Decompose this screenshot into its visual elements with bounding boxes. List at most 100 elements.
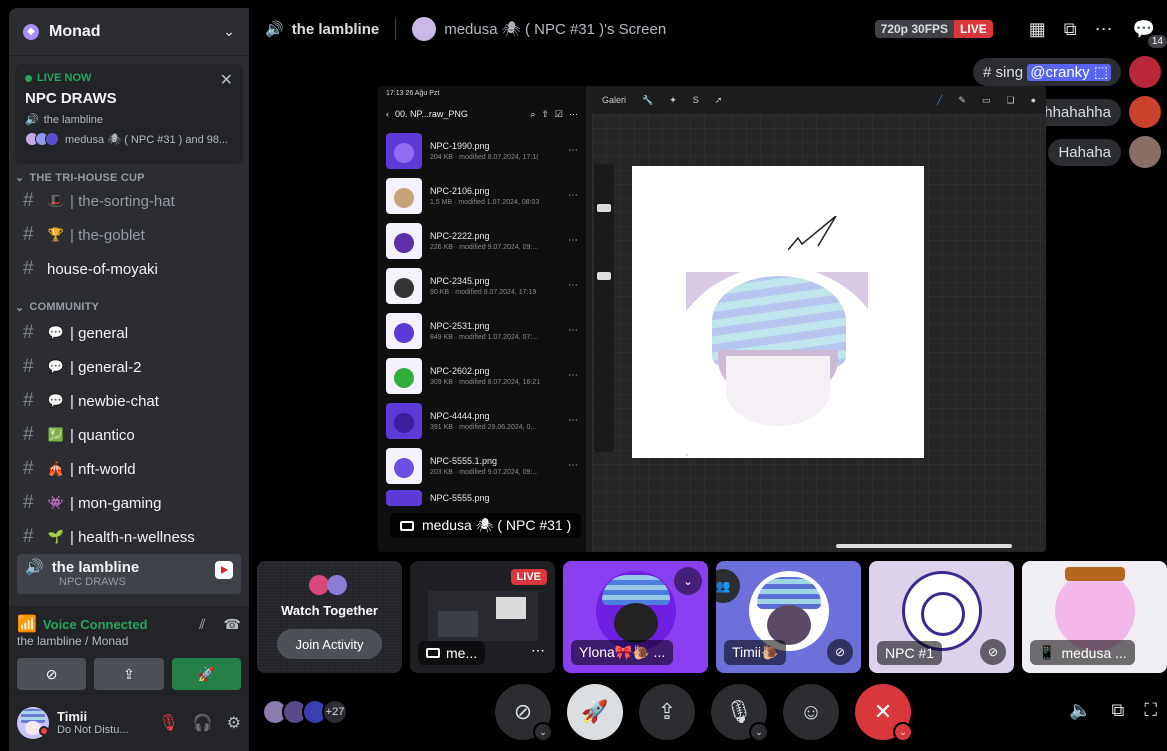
smile-icon: ☺ <box>799 699 823 724</box>
members-button[interactable]: 💬 14 <box>1133 19 1167 48</box>
file-thumbnail <box>386 490 422 506</box>
live-badge: LIVE <box>510 569 547 585</box>
avatar[interactable] <box>1129 56 1161 88</box>
avatar <box>1055 567 1135 651</box>
channel-nft-world[interactable]: # 🎪 | nft-world <box>9 452 249 486</box>
file-info: NPC-5555.png <box>430 493 490 503</box>
phone-icon: 📱 <box>1038 644 1056 660</box>
popout-icon[interactable]: ⧉ <box>1112 700 1125 721</box>
screen-share-stream[interactable]: 17:13 26 Ağu Pzt ‹ 00. NP...raw_PNG ⌕ ⇧ … <box>378 86 1046 552</box>
channel-general-2[interactable]: # 💬 | general-2 <box>9 350 249 384</box>
more-icon: ⋯ <box>568 145 578 156</box>
share-screen-button[interactable]: ⇪ <box>94 658 164 690</box>
live-dot-icon <box>25 74 32 82</box>
mic-muted-icon[interactable]: 🎙 <box>158 713 178 733</box>
channel-newbie-chat[interactable]: # 💬 | newbie-chat <box>9 384 249 418</box>
participant-tile-npc1[interactable]: NPC #1 ⊘ <box>869 561 1014 673</box>
volume-icon[interactable]: 🔈 <box>1069 700 1091 721</box>
participant-name-tag: Timii🐌 <box>724 640 787 665</box>
participant-tile-timii[interactable]: 👥 Timii🐌 ⊘ <box>716 561 861 673</box>
gear-icon[interactable]: ⚙ <box>227 713 241 733</box>
stream-tile-label: me... <box>418 641 486 665</box>
chevron-down-icon[interactable]: ⌄ <box>893 722 913 742</box>
channel-the-sorting-hat[interactable]: # 🎩 | the-sorting-hat <box>9 184 249 218</box>
voice-channel-the-lambline[interactable]: 🔊 the lambline NPC DRAWS <box>17 554 241 594</box>
discord-window: ◆ Monad ⌄ LIVE NOW ✕ NPC DRAWS 🔊 the lamb… <box>0 0 1167 751</box>
noise-suppression-icon[interactable]: ⫽ <box>199 616 205 633</box>
chat-bubble[interactable]: # sing @cranky ⬚ <box>973 58 1121 86</box>
chevron-down-icon: ⌄ <box>15 172 25 184</box>
share-screen-button[interactable]: ⇪ <box>639 684 695 740</box>
viewer-avatars[interactable]: +27 <box>262 699 348 725</box>
fullscreen-icon[interactable]: ⛶ <box>1144 700 1157 721</box>
chevron-down-icon: ⌄ <box>15 301 25 314</box>
user-status: Do Not Distu... <box>57 724 129 736</box>
voice-connected-label[interactable]: Voice Connected <box>43 617 199 632</box>
watch-together-tile[interactable]: Watch Together Join Activity <box>257 561 402 673</box>
channel-house-of-moyaki[interactable]: # house-of-moyaki <box>9 252 249 286</box>
stream-owner-name: medusa 🕷 ( NPC #31 ) <box>422 517 572 533</box>
add-people-icon[interactable]: 👥 <box>716 569 740 603</box>
category-community[interactable]: ⌄ COMMUNITY <box>9 298 249 316</box>
stream-tile[interactable]: LIVE me... ⋯ <box>410 561 555 673</box>
channel-the-goblet[interactable]: # 🏆 | the-goblet <box>9 218 249 252</box>
live-now-card[interactable]: LIVE NOW ✕ NPC DRAWS 🔊 the lambline medus… <box>15 64 243 164</box>
file-info: NPC-2106.png 1,5 MB · modified 1.07.2024,… <box>430 186 539 206</box>
close-icon[interactable]: ✕ <box>220 70 233 90</box>
chevron-down-icon[interactable]: ⌄ <box>674 567 702 595</box>
category-tri-house-cup[interactable]: ⌄ THE TRI-HOUSE CUP <box>9 172 249 184</box>
channel-emoji: 👾 <box>47 495 65 510</box>
hash-icon: # <box>23 258 34 279</box>
channel-general[interactable]: # 💬 | general <box>9 316 249 350</box>
camera-toggle-button[interactable]: ⊘ ⌄ <box>495 684 553 742</box>
file-meta: 849 KB · modified 1.07.2024, 07:... <box>430 333 539 341</box>
more-icon[interactable]: ⋯ <box>531 642 545 659</box>
mic-toggle-button[interactable]: 🎙 ⌄ <box>711 684 769 742</box>
channel-emoji: 💬 <box>47 393 65 408</box>
avatar[interactable] <box>1129 136 1161 168</box>
artwork-face <box>726 356 830 426</box>
leave-call-button[interactable]: ✕ ⌄ <box>855 684 913 742</box>
camera-off-button[interactable]: ⊘ <box>17 658 87 690</box>
headphones-icon[interactable]: 🎧 <box>193 713 213 733</box>
channel-quantico[interactable]: # 💹 | quantico <box>9 418 249 452</box>
youtube-activity-icon[interactable] <box>215 561 233 579</box>
channel-health-n-wellness[interactable]: # 🌱 | health-n-wellness <box>9 520 249 554</box>
disconnect-icon[interactable]: ☎ <box>224 616 241 633</box>
avatar[interactable] <box>1129 96 1161 128</box>
grid-layout-icon[interactable]: ▦ <box>1029 19 1046 40</box>
channel-label: | quantico <box>70 426 135 444</box>
hash-icon: # <box>23 492 34 513</box>
channel-emoji: 💬 <box>47 325 65 340</box>
channel-label: house-of-moyaki <box>47 260 158 278</box>
popout-icon[interactable]: ⧉ <box>1064 19 1077 40</box>
participant-tile-medusa[interactable]: 📱 medusa ... <box>1022 561 1167 673</box>
server-header[interactable]: ◆ Monad ⌄ <box>9 8 249 56</box>
file-row: NPC-4444.png 391 KB · modified 29.06.2024… <box>378 398 586 443</box>
drawing-toolbar: Galeri 🔧 ✦ S ➚ ╱ ✎ ▭ ❏ ● <box>592 86 1046 114</box>
chevron-down-icon[interactable]: ⌄ <box>533 722 553 742</box>
more-icon: ⋯ <box>568 460 578 471</box>
user-names[interactable]: Timii Do Not Distu... <box>57 709 129 736</box>
stream-owner-label: medusa 🕷 ( NPC #31 ) <box>390 513 582 538</box>
file-thumb-figure <box>394 142 414 163</box>
mention[interactable]: @cranky ⬚ <box>1027 64 1111 81</box>
channel-mon-gaming[interactable]: # 👾 | mon-gaming <box>9 486 249 520</box>
emoji-button[interactable]: ☺ <box>783 684 839 740</box>
monitor-icon <box>400 520 414 531</box>
upload-icon: ⇧ <box>541 108 549 119</box>
activity-button[interactable]: 🚀 <box>567 684 623 740</box>
file-thumbnail <box>386 267 422 304</box>
avatar-hat <box>1065 567 1125 581</box>
activity-button[interactable]: 🚀 <box>171 658 241 690</box>
avatar-hat <box>602 575 670 605</box>
file-row: NPC-2222.png 226 KB · modified 9.07.2024,… <box>378 218 586 263</box>
hash-icon: # <box>23 390 34 411</box>
chat-bubble[interactable]: Hahaha <box>1048 138 1121 166</box>
more-options-icon[interactable]: ⋯ <box>1095 19 1113 40</box>
chevron-down-icon[interactable]: ⌄ <box>749 722 769 742</box>
join-activity-button[interactable]: Join Activity <box>277 629 382 659</box>
voice-panel-icons: ⫽ ☎ <box>199 616 241 633</box>
participant-tile-ylona[interactable]: ⌄ Ylona🎀🐌 ... <box>563 561 708 673</box>
avatar <box>902 571 982 651</box>
